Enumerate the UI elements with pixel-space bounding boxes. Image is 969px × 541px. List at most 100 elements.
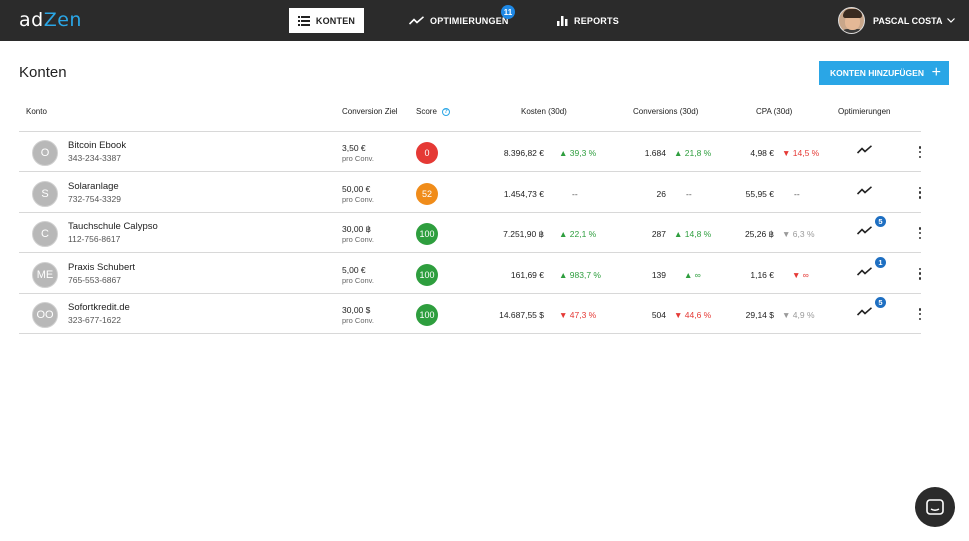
more-vertical-icon[interactable]: [916, 144, 924, 160]
account-name[interactable]: Tauchschule Calypso: [68, 221, 158, 232]
nav-tab-konten[interactable]: KONTEN: [289, 8, 364, 33]
kosten-trend: ▼ 47,3 %: [559, 310, 597, 320]
more-vertical-icon[interactable]: [916, 266, 924, 282]
cpa-trend: --: [794, 188, 800, 199]
trend-line-icon[interactable]: [856, 266, 873, 279]
conversion-ziel-value: 30,00 $: [342, 305, 371, 315]
conversion-ziel-value: 3,50 €: [342, 143, 366, 153]
account-name[interactable]: Praxis Schubert: [68, 262, 135, 273]
cpa-trend: ▼ ∞: [792, 269, 809, 280]
more-vertical-icon[interactable]: [916, 306, 924, 322]
column-header-cpa[interactable]: CPA (30d): [756, 107, 792, 116]
optimierungen-badge: 5: [874, 215, 887, 228]
plus-icon: +: [931, 64, 941, 81]
column-header-conversions[interactable]: Conversions (30d): [633, 107, 698, 116]
cpa-trend: ▼ 6,3 %: [782, 229, 815, 239]
conversions-value: 139: [651, 269, 666, 280]
conversions-trend: ▼ 44,6 %: [674, 310, 712, 320]
chat-icon: [926, 499, 944, 515]
trend-line-icon[interactable]: [856, 145, 873, 157]
chat-launcher-button[interactable]: [915, 487, 955, 527]
cpa-trend: ▼ 14,5 %: [782, 148, 820, 158]
account-avatar: S: [32, 180, 58, 207]
account-name[interactable]: Sofortkredit.de: [68, 302, 130, 313]
conversions-value: 287: [651, 229, 666, 239]
score-badge: 100: [416, 304, 438, 326]
table-header: Konto Conversion Ziel Score ? Kosten (30…: [19, 100, 921, 132]
account-avatar: ME: [32, 261, 58, 288]
user-avatar: [838, 7, 865, 34]
more-vertical-icon[interactable]: [916, 225, 924, 241]
column-header-optimierungen[interactable]: Optimierungen: [838, 107, 890, 116]
conversions-trend: ▲ 21,8 %: [674, 148, 712, 158]
adzen-logo[interactable]: adZen: [19, 9, 82, 31]
conversion-ziel-value: 50,00 €: [342, 183, 371, 194]
logo-accent: Zen: [43, 9, 82, 31]
user-name: PASCAL COSTA: [873, 15, 943, 26]
cpa-value: 4,98 €: [750, 148, 774, 158]
column-header-kosten[interactable]: Kosten (30d): [521, 107, 567, 116]
account-id: 343-234-3387: [68, 153, 121, 163]
conversions-trend: ▲ 14,8 %: [674, 229, 712, 239]
account-name[interactable]: Solaranlage: [68, 181, 119, 192]
account-id: 323-677-1622: [68, 315, 121, 325]
account-name[interactable]: Bitcoin Ebook: [68, 140, 126, 151]
score-badge: 52: [416, 182, 438, 205]
score-badge: 100: [416, 223, 438, 245]
kosten-trend: ▲ 39,3 %: [559, 148, 597, 158]
user-menu[interactable]: PASCAL COSTA: [838, 7, 955, 34]
cpa-value: 55,95 €: [745, 188, 774, 199]
kosten-value: 1.454,73 €: [503, 188, 544, 199]
kosten-trend: --: [572, 188, 578, 199]
optimierungen-badge: 5: [874, 296, 887, 309]
conversion-ziel-value: 5,00 €: [342, 264, 366, 275]
trend-line-icon: [409, 16, 424, 25]
add-account-button[interactable]: KONTEN HINZUFÜGEN +: [819, 61, 949, 85]
top-navigation-bar: adZen KONTEN OPTIMIERUNGEN 11 REPORTS PA…: [0, 0, 969, 41]
trend-line-icon[interactable]: [856, 307, 873, 319]
score-badge: 0: [416, 142, 438, 164]
table-row[interactable]: C Tauchschule Calypso 112-756-8617 30,00…: [19, 213, 924, 253]
table-row[interactable]: ME Praxis Schubert 765-553-6867 5,00 € p…: [19, 254, 924, 294]
account-avatar: C: [32, 221, 58, 247]
account-avatar: OO: [32, 302, 58, 328]
column-header-conversion-ziel[interactable]: Conversion Ziel: [342, 107, 398, 116]
conversion-ziel-unit: pro Conv.: [342, 154, 374, 163]
conversions-value: 1.684: [644, 148, 666, 158]
table-row[interactable]: S Solaranlage 732-754-3329 50,00 € pro C…: [19, 173, 924, 213]
nav-tab-optimierungen[interactable]: OPTIMIERUNGEN: [409, 8, 509, 33]
trend-line-icon[interactable]: [856, 226, 873, 238]
conversion-ziel-unit: pro Conv.: [342, 316, 374, 325]
account-id: 732-754-3329: [68, 193, 121, 204]
kosten-trend: ▲ 22,1 %: [559, 229, 597, 239]
page-title: Konten: [19, 64, 67, 81]
nav-tab-optimierungen-label: OPTIMIERUNGEN: [430, 15, 509, 26]
account-id: 765-553-6867: [68, 274, 121, 285]
kosten-value: 8.396,82 €: [503, 148, 544, 158]
kosten-value: 14.687,55 $: [499, 310, 544, 320]
conversions-value: 26: [656, 188, 666, 199]
table-row[interactable]: OO Sofortkredit.de 323-677-1622 30,00 $ …: [19, 294, 924, 334]
cpa-value: 1,16 €: [750, 269, 774, 280]
nav-tab-reports-label: REPORTS: [574, 15, 619, 26]
column-header-score-label: Score: [416, 107, 437, 116]
kosten-trend: ▲ 983,7 %: [559, 269, 601, 280]
nav-tab-reports[interactable]: REPORTS: [557, 8, 619, 33]
cpa-value: 25,26 ฿: [744, 229, 774, 239]
kosten-value: 7.251,90 ฿: [503, 229, 544, 239]
table-row[interactable]: O Bitcoin Ebook 343-234-3387 3,50 € pro …: [19, 132, 924, 172]
conversion-ziel-unit: pro Conv.: [342, 194, 374, 204]
kosten-value: 161,69 €: [510, 269, 544, 280]
info-icon[interactable]: ?: [441, 107, 450, 116]
chevron-down-icon: [946, 18, 955, 23]
column-header-score[interactable]: Score ?: [416, 107, 450, 116]
conversion-ziel-unit: pro Conv.: [342, 275, 374, 285]
bar-chart-icon: [557, 15, 568, 26]
more-vertical-icon[interactable]: [916, 185, 924, 201]
column-header-konto[interactable]: Konto: [26, 107, 47, 116]
account-id: 112-756-8617: [68, 234, 121, 244]
account-avatar: O: [32, 140, 58, 166]
trend-line-icon[interactable]: [856, 185, 873, 198]
optimierungen-count-badge: 11: [501, 5, 515, 19]
nav-tab-konten-label: KONTEN: [315, 15, 356, 26]
